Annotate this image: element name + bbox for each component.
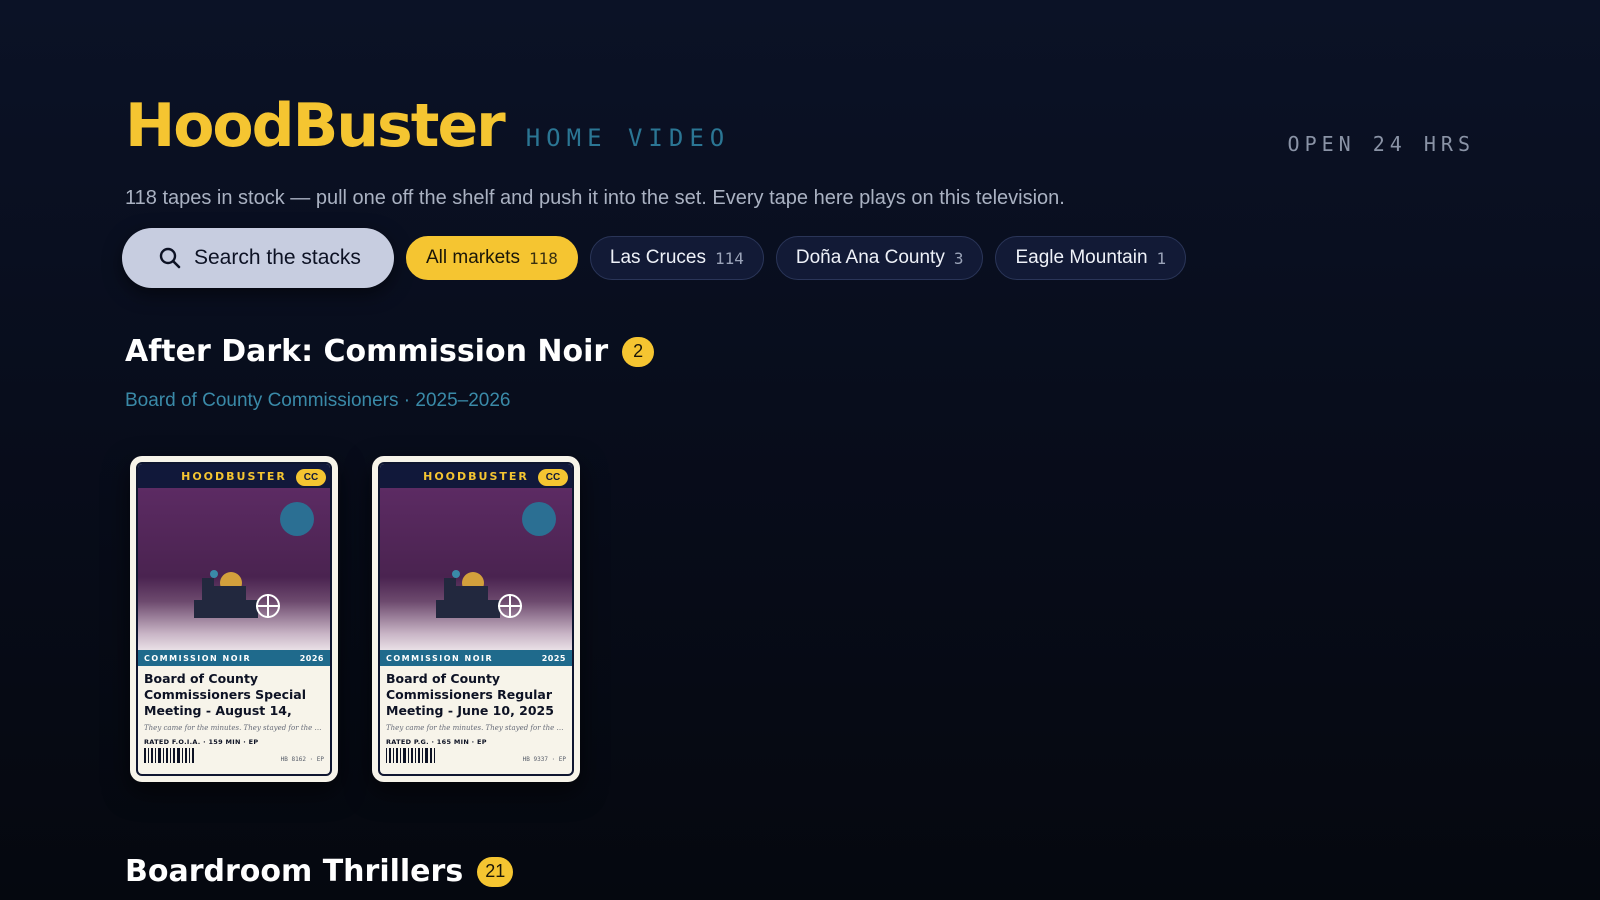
tape-header: HOODBUSTER CC [380,464,572,488]
tape-title: Board of County Commissioners Regular Me… [386,671,554,718]
light-dot [210,570,218,578]
moon-shape [280,502,314,536]
tape-card[interactable]: HOODBUSTER CC COMMISSION NOIR 2026 Board… [130,456,338,782]
filter-chip-all-markets[interactable]: All markets 118 [406,236,578,280]
tape-rating: RATED P.G. · 165 MIN · EP [386,738,487,746]
section-count-badge: 2 [622,336,655,367]
tape-genre-band: COMMISSION NOIR 2026 [138,650,330,666]
globe-icon [256,594,280,618]
search-icon [159,247,181,269]
barcode [144,748,196,763]
tape-year: 2026 [299,653,324,663]
chip-count: 3 [953,248,964,268]
chip-label: Doña Ana County [795,247,945,268]
cc-badge: CC [296,469,326,486]
filter-chip-eagle-mountain[interactable]: Eagle Mountain 1 [995,236,1187,280]
chip-label: Las Cruces [609,247,706,268]
building-shape [194,600,258,618]
tagline: 118 tapes in stock — pull one off the sh… [125,187,1065,209]
search-button[interactable]: Search the stacks [122,228,394,288]
filter-bar: Search the stacks All markets 118 Las Cr… [122,228,1187,288]
tape-label: Board of County Commissioners Special Me… [138,666,330,763]
tape-genre: COMMISSION NOIR [144,653,252,663]
tape-cover: HOODBUSTER CC COMMISSION NOIR 2026 Board… [136,462,332,776]
brand-header: HoodBuster HOME VIDEO [125,96,730,156]
page: HoodBuster HOME VIDEO OPEN 24 HRS 118 ta… [122,0,1475,900]
light-dot [452,570,460,578]
section-title-boardroom-thrillers: Boardroom Thrillers 21 [125,854,514,889]
tape-code: HB 8162 · EP [280,756,324,763]
tape-tagline: They came for the minutes. They stayed f… [386,724,566,732]
tape-card[interactable]: HOODBUSTER CC COMMISSION NOIR 2025 Board… [372,456,580,782]
filter-chip-las-cruces[interactable]: Las Cruces 114 [589,236,764,280]
filter-chip-dona-ana-county[interactable]: Doña Ana County 3 [775,236,984,280]
chip-count: 1 [1156,248,1167,268]
section-title-text: After Dark: Commission Noir [125,334,609,369]
chip-count: 114 [714,248,744,268]
tape-cover: HOODBUSTER CC COMMISSION NOIR 2025 Board… [378,462,574,776]
tape-artwork [138,488,330,650]
chip-label: Eagle Mountain [1015,247,1148,268]
chip-count: 118 [528,248,558,268]
tape-tagline: They came for the minutes. They stayed f… [144,724,324,732]
chip-label: All markets [426,247,520,268]
tape-footer: HB 8162 · EP [144,748,324,763]
moon-shape [522,502,556,536]
brand-logo[interactable]: HoodBuster [125,96,506,156]
tape-brand: HOODBUSTER [423,469,529,483]
tape-footer: HB 9337 · EP [386,748,566,763]
tape-title: Board of County Commissioners Special Me… [144,671,307,721]
section-count-badge: 21 [477,856,514,887]
tape-brand: HOODBUSTER [181,469,287,483]
store-hours: OPEN 24 HRS [1287,132,1475,156]
tape-header: HOODBUSTER CC [138,464,330,488]
tape-artwork [380,488,572,650]
globe-icon [498,594,522,618]
search-label: Search the stacks [194,246,361,269]
tape-label: Board of County Commissioners Regular Me… [380,666,572,763]
tape-rating: RATED F.O.I.A. · 159 MIN · EP [144,738,259,746]
brand-subtitle: HOME VIDEO [525,124,731,152]
tape-genre: COMMISSION NOIR [386,653,494,663]
section-subtitle: Board of County Commissioners · 2025–202… [125,390,511,411]
tape-genre-band: COMMISSION NOIR 2025 [380,650,572,666]
tape-year: 2025 [541,653,566,663]
barcode [386,748,437,763]
tape-code: HB 9337 · EP [522,756,566,763]
section-title-commission-noir: After Dark: Commission Noir 2 [125,334,655,369]
cc-badge: CC [538,469,568,486]
building-shape [436,600,500,618]
section-title-text: Boardroom Thrillers [125,854,464,889]
